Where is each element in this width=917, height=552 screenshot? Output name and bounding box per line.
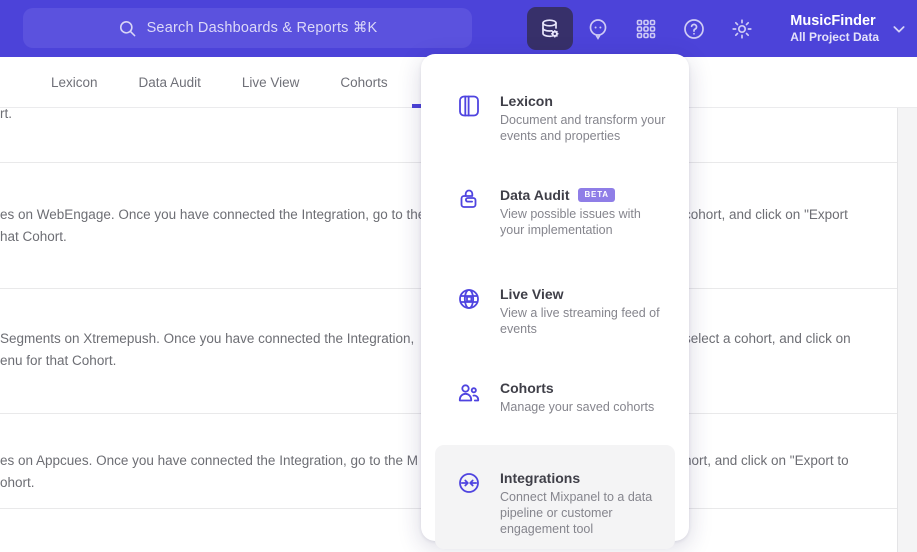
menu-item-data-audit[interactable]: Data Audit BETA View possible issues wit… [433, 184, 677, 238]
project-switcher[interactable]: MusicFinder All Project Data [790, 0, 907, 57]
doc-text-fragment: es on Appcues. Once you have connected t… [0, 453, 419, 468]
menu-item-title: Data Audit [500, 187, 570, 203]
apps-button[interactable] [622, 0, 670, 57]
project-name: MusicFinder [790, 12, 876, 29]
doc-text-fragment: es on WebEngage. Once you have connected… [0, 207, 426, 222]
apps-grid-icon [636, 19, 656, 38]
menu-item-integrations[interactable]: Integrations Connect Mixpanel to a data … [435, 445, 675, 549]
topbar: Search Dashboards & Reports ⌘K MusicFind… [0, 0, 917, 57]
menu-item-cohorts[interactable]: Cohorts Manage your saved cohorts [433, 377, 677, 415]
data-management-dropdown: Lexicon Document and transform your even… [421, 54, 689, 549]
search-input[interactable]: Search Dashboards & Reports ⌘K [23, 8, 472, 48]
menu-item-title: Integrations [500, 470, 581, 486]
database-gear-icon [542, 18, 559, 38]
live-view-icon [459, 289, 479, 309]
chevron-down-icon [893, 25, 905, 33]
scrollbar-track[interactable] [897, 108, 917, 552]
menu-item-desc: Manage your saved cohorts [500, 400, 655, 414]
topbar-icons [526, 0, 766, 57]
tab-lexicon[interactable]: Lexicon [51, 75, 98, 90]
menu-item-lexicon[interactable]: Lexicon Document and transform your even… [433, 90, 677, 144]
project-subtitle: All Project Data [790, 30, 879, 44]
menu-item-live-view[interactable]: Live View View a live streaming feed of … [433, 283, 677, 337]
menu-item-title: Cohorts [500, 380, 554, 396]
search-placeholder: Search Dashboards & Reports ⌘K [146, 20, 378, 36]
lexicon-icon [459, 95, 479, 117]
menu-item-desc: Document and transform your events and p… [500, 113, 666, 143]
menu-item-desc: View possible issues with your implement… [500, 207, 641, 237]
chat-face-icon [589, 18, 607, 40]
feedback-button[interactable] [574, 0, 622, 57]
menu-item-title: Live View [500, 286, 564, 302]
doc-text-fragment: cohort, and click on "Export [684, 207, 848, 222]
gear-icon [732, 18, 752, 39]
doc-text-fragment: enu for that Cohort. [0, 353, 117, 368]
doc-text-fragment: select a cohort, and click on [684, 331, 851, 346]
tab-cohorts[interactable]: Cohorts [340, 75, 387, 90]
beta-badge: BETA [578, 188, 615, 202]
search-icon [119, 20, 135, 36]
settings-button[interactable] [718, 0, 766, 57]
doc-text-fragment: hort, and click on "Export to [684, 453, 849, 468]
data-management-button[interactable] [527, 7, 573, 50]
tab-data-audit[interactable]: Data Audit [139, 75, 201, 90]
menu-item-desc: View a live streaming feed of events [500, 306, 660, 336]
doc-text-fragment: Segments on Xtremepush. Once you have co… [0, 331, 415, 346]
doc-text-fragment: rt. [0, 106, 12, 121]
data-audit-icon [460, 189, 477, 208]
integrations-icon [459, 473, 479, 493]
doc-text-fragment: hat Cohort. [0, 229, 67, 244]
help-icon [684, 18, 704, 39]
cohorts-icon [458, 384, 480, 402]
app-window: rt. es on WebEngage. Once you have conne… [0, 0, 917, 552]
help-button[interactable] [670, 0, 718, 57]
menu-item-desc: Connect Mixpanel to a data pipeline or c… [500, 490, 653, 536]
tab-live-view[interactable]: Live View [242, 75, 300, 90]
menu-item-title: Lexicon [500, 93, 553, 109]
doc-text-fragment: ohort. [0, 475, 35, 490]
